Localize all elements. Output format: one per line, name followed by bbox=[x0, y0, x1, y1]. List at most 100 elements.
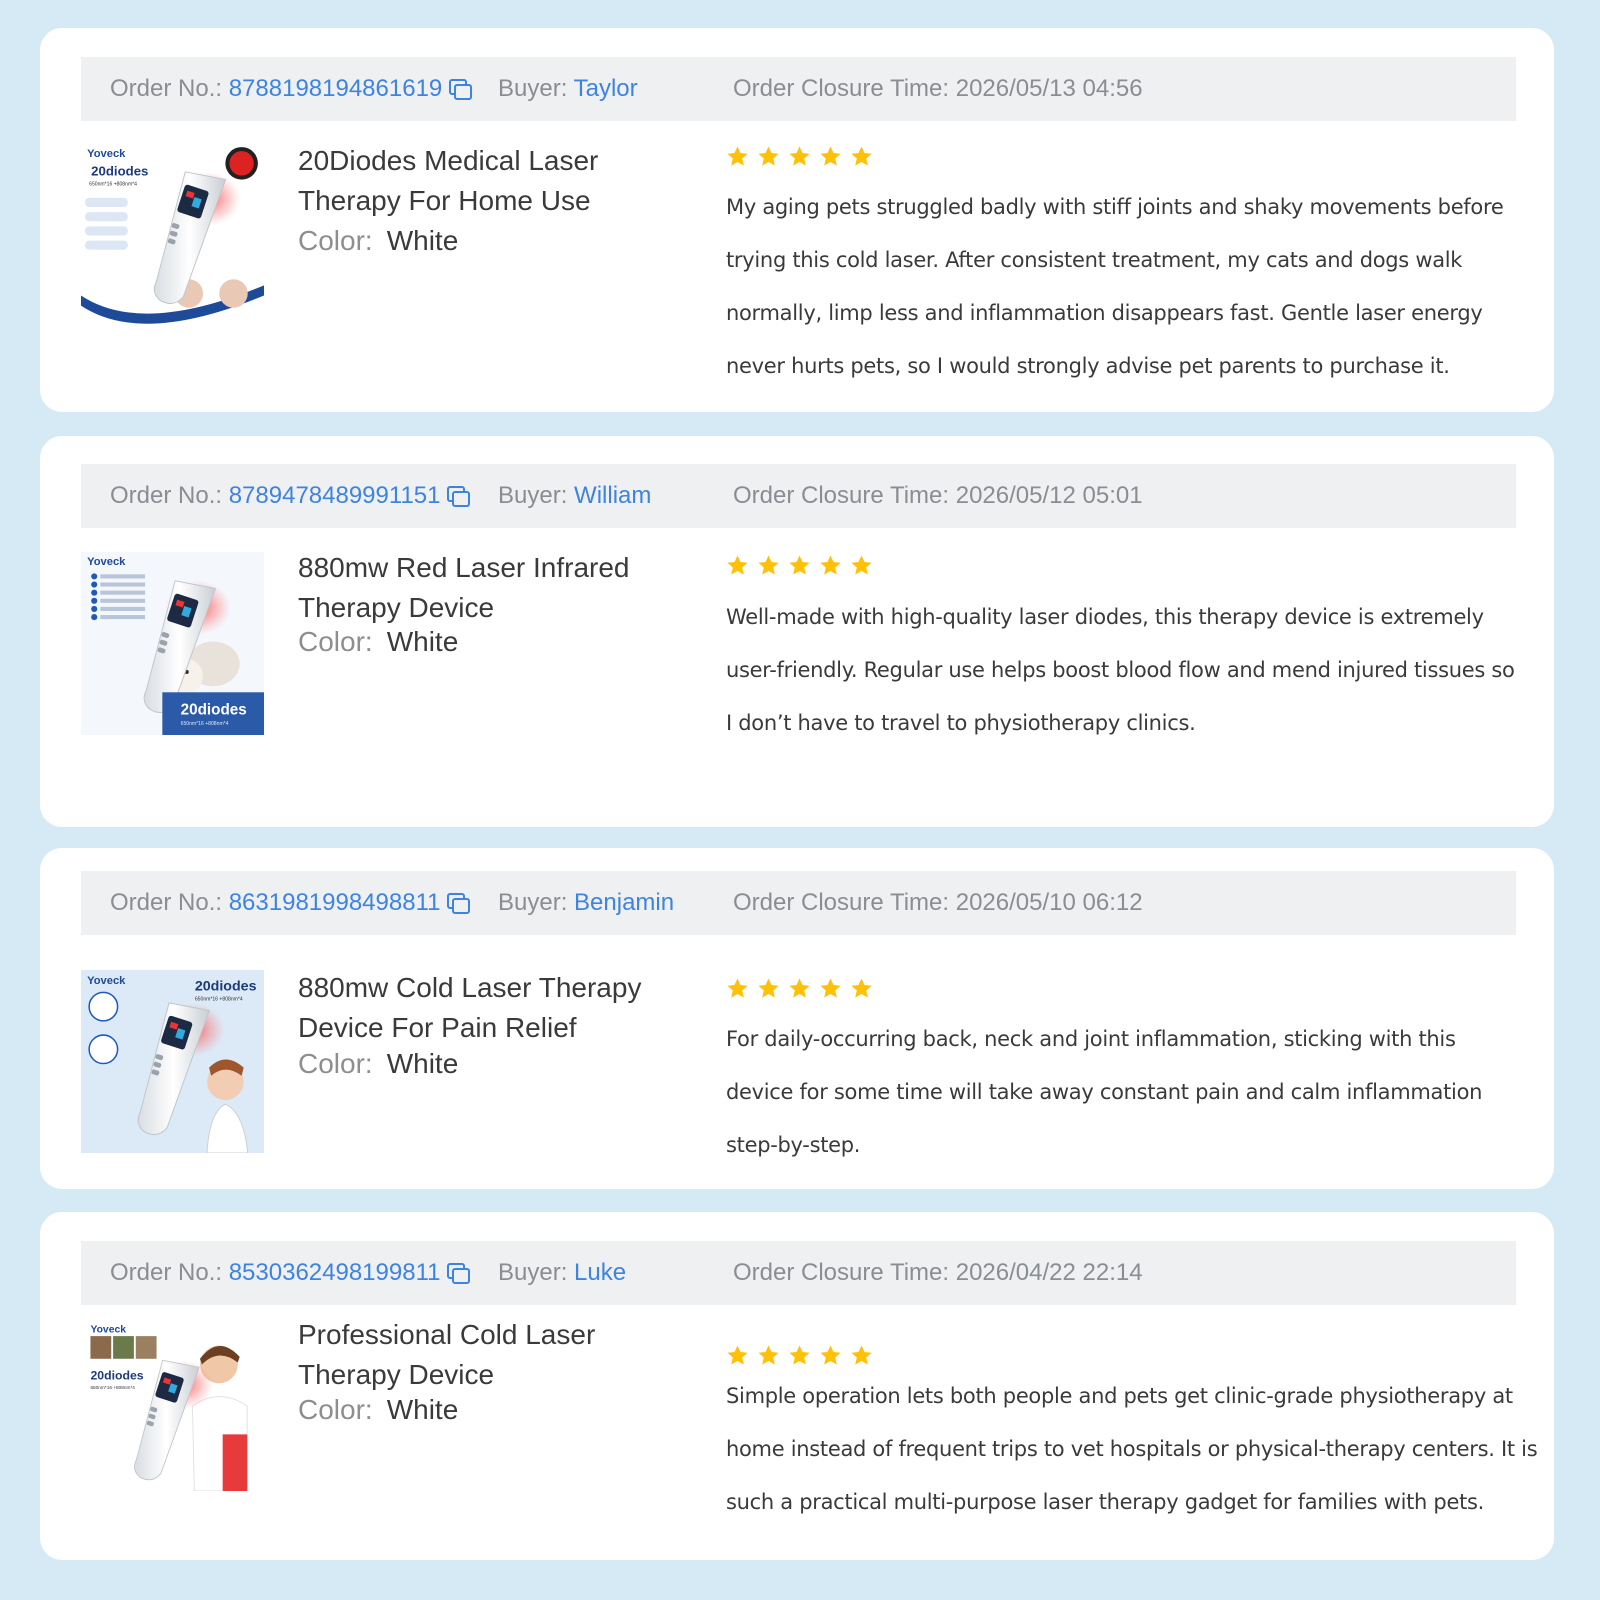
product-title[interactable]: 20Diodes Medical Laser Therapy For Home … bbox=[298, 141, 658, 221]
product-title[interactable]: 880mw Red Laser Infrared Therapy Device bbox=[298, 548, 658, 628]
star-icon bbox=[788, 977, 811, 1000]
buyer-label: Buyer: bbox=[498, 482, 568, 509]
order-no-label: Order No.: bbox=[110, 75, 223, 102]
star-icon bbox=[819, 145, 842, 168]
star-icon bbox=[850, 1344, 873, 1367]
color-label: Color: bbox=[298, 1048, 373, 1079]
copy-icon[interactable] bbox=[446, 892, 471, 914]
color-value: White bbox=[386, 1394, 459, 1425]
order-card: Order No.: 8788198194861619 Buyer: Taylo… bbox=[40, 28, 1554, 412]
order-no-label: Order No.: bbox=[110, 482, 223, 509]
thumb-brand: Yoveck bbox=[90, 1324, 126, 1335]
product-thumbnail[interactable]: Yoveck 20diodes 650nm*16 +808nm*4 bbox=[81, 552, 264, 735]
order-header: Order No.: 8631981998498811 Buyer: Benja… bbox=[81, 871, 1516, 935]
order-no-label: Order No.: bbox=[110, 889, 223, 916]
copy-icon[interactable] bbox=[446, 1262, 471, 1284]
product-title[interactable]: 880mw Cold Laser Therapy Device For Pain… bbox=[298, 968, 658, 1048]
color-label: Color: bbox=[298, 626, 373, 657]
order-header: Order No.: 8788198194861619 Buyer: Taylo… bbox=[81, 57, 1516, 121]
star-icon bbox=[788, 145, 811, 168]
buyer-name[interactable]: William bbox=[574, 482, 651, 509]
review-text: For daily-occurring back, neck and joint… bbox=[726, 1027, 1483, 1157]
closure-time-label: Order Closure Time: bbox=[733, 482, 950, 509]
star-icon bbox=[850, 977, 873, 1000]
star-icon bbox=[726, 145, 749, 168]
order-number[interactable]: 8788198194861619 bbox=[229, 75, 443, 102]
product-image: Yoveck 20diodes 650nm*16 +808nm*4 bbox=[81, 1321, 251, 1491]
buyer-label: Buyer: bbox=[498, 1259, 568, 1286]
thumb-badge: 20diodes bbox=[195, 978, 257, 994]
star-rating bbox=[726, 1344, 873, 1372]
order-card: Order No.: 8789478489991151 Buyer: Willi… bbox=[40, 436, 1554, 827]
product-image: Yoveck 20diodes 650nm*16 +808nm*4 bbox=[81, 143, 264, 326]
star-icon bbox=[788, 1344, 811, 1367]
star-icon bbox=[819, 977, 842, 1000]
thumb-badge: 20diodes bbox=[91, 164, 148, 179]
buyer-label: Buyer: bbox=[498, 75, 568, 102]
star-icon bbox=[726, 1344, 749, 1367]
color-row: Color: White bbox=[298, 1048, 458, 1080]
thumb-spec: 650nm*16 +808nm*4 bbox=[90, 1385, 135, 1391]
star-icon bbox=[757, 977, 780, 1000]
color-value: White bbox=[386, 225, 459, 256]
order-header: Order No.: 8789478489991151 Buyer: Willi… bbox=[81, 464, 1516, 528]
thumb-badge: 20diodes bbox=[181, 702, 247, 719]
color-value: White bbox=[386, 1048, 459, 1079]
order-number[interactable]: 8530362498199811 bbox=[229, 1259, 441, 1286]
star-icon bbox=[788, 554, 811, 577]
review-text: Well-made with high-quality laser diodes… bbox=[726, 605, 1515, 735]
color-row: Color: White bbox=[298, 1394, 458, 1426]
thumb-spec: 650nm*16 +808nm*4 bbox=[195, 997, 243, 1003]
star-rating bbox=[726, 554, 873, 582]
product-thumbnail[interactable]: Yoveck 20diodes 650nm*16 +808nm*4 bbox=[81, 970, 264, 1153]
order-number[interactable]: 8631981998498811 bbox=[229, 889, 441, 916]
star-icon bbox=[819, 1344, 842, 1367]
product-image: Yoveck 20diodes 650nm*16 +808nm*4 bbox=[81, 552, 264, 735]
buyer-name[interactable]: Benjamin bbox=[574, 889, 674, 916]
closure-time: 2026/05/13 04:56 bbox=[955, 75, 1143, 102]
thumb-spec: 650nm*16 +808nm*4 bbox=[181, 721, 229, 727]
color-label: Color: bbox=[298, 1394, 373, 1425]
product-thumbnail[interactable]: Yoveck 20diodes 650nm*16 +808nm*4 bbox=[81, 143, 264, 326]
star-icon bbox=[850, 145, 873, 168]
star-icon bbox=[726, 554, 749, 577]
product-thumbnail[interactable]: Yoveck 20diodes 650nm*16 +808nm*4 bbox=[81, 1321, 251, 1491]
star-rating bbox=[726, 145, 873, 173]
review-text: Simple operation lets both people and pe… bbox=[726, 1384, 1538, 1514]
star-icon bbox=[757, 554, 780, 577]
closure-time: 2026/04/22 22:14 bbox=[955, 1259, 1143, 1286]
thumb-spec: 650nm*16 +808nm*4 bbox=[89, 182, 137, 188]
star-icon bbox=[757, 1344, 780, 1367]
order-card: Order No.: 8631981998498811 Buyer: Benja… bbox=[40, 848, 1554, 1189]
closure-time: 2026/05/12 05:01 bbox=[955, 482, 1143, 509]
order-card: Order No.: 8530362498199811 Buyer: Luke … bbox=[40, 1212, 1554, 1560]
star-icon bbox=[850, 554, 873, 577]
product-image: Yoveck 20diodes 650nm*16 +808nm*4 bbox=[81, 970, 264, 1153]
copy-icon[interactable] bbox=[446, 485, 471, 507]
buyer-label: Buyer: bbox=[498, 889, 568, 916]
order-number[interactable]: 8789478489991151 bbox=[229, 482, 441, 509]
star-rating bbox=[726, 977, 873, 1005]
closure-time-label: Order Closure Time: bbox=[733, 1259, 950, 1286]
order-no-label: Order No.: bbox=[110, 1259, 223, 1286]
review-text: My aging pets struggled badly with stiff… bbox=[726, 195, 1504, 378]
color-value: White bbox=[386, 626, 459, 657]
buyer-name[interactable]: Luke bbox=[574, 1259, 626, 1286]
copy-icon[interactable] bbox=[448, 78, 473, 100]
star-icon bbox=[757, 145, 780, 168]
thumb-brand: Yoveck bbox=[87, 975, 126, 987]
star-icon bbox=[726, 977, 749, 1000]
thumb-brand: Yoveck bbox=[87, 556, 126, 568]
product-title[interactable]: Professional Cold Laser Therapy Device bbox=[298, 1315, 658, 1395]
thumb-badge: 20diodes bbox=[90, 1369, 143, 1383]
thumb-brand: Yoveck bbox=[87, 148, 126, 160]
color-row: Color: White bbox=[298, 626, 458, 658]
star-icon bbox=[819, 554, 842, 577]
buyer-name[interactable]: Taylor bbox=[574, 75, 638, 102]
order-header: Order No.: 8530362498199811 Buyer: Luke … bbox=[81, 1241, 1516, 1305]
closure-time: 2026/05/10 06:12 bbox=[955, 889, 1143, 916]
color-row: Color: White bbox=[298, 225, 458, 257]
color-label: Color: bbox=[298, 225, 373, 256]
closure-time-label: Order Closure Time: bbox=[733, 889, 950, 916]
closure-time-label: Order Closure Time: bbox=[733, 75, 950, 102]
